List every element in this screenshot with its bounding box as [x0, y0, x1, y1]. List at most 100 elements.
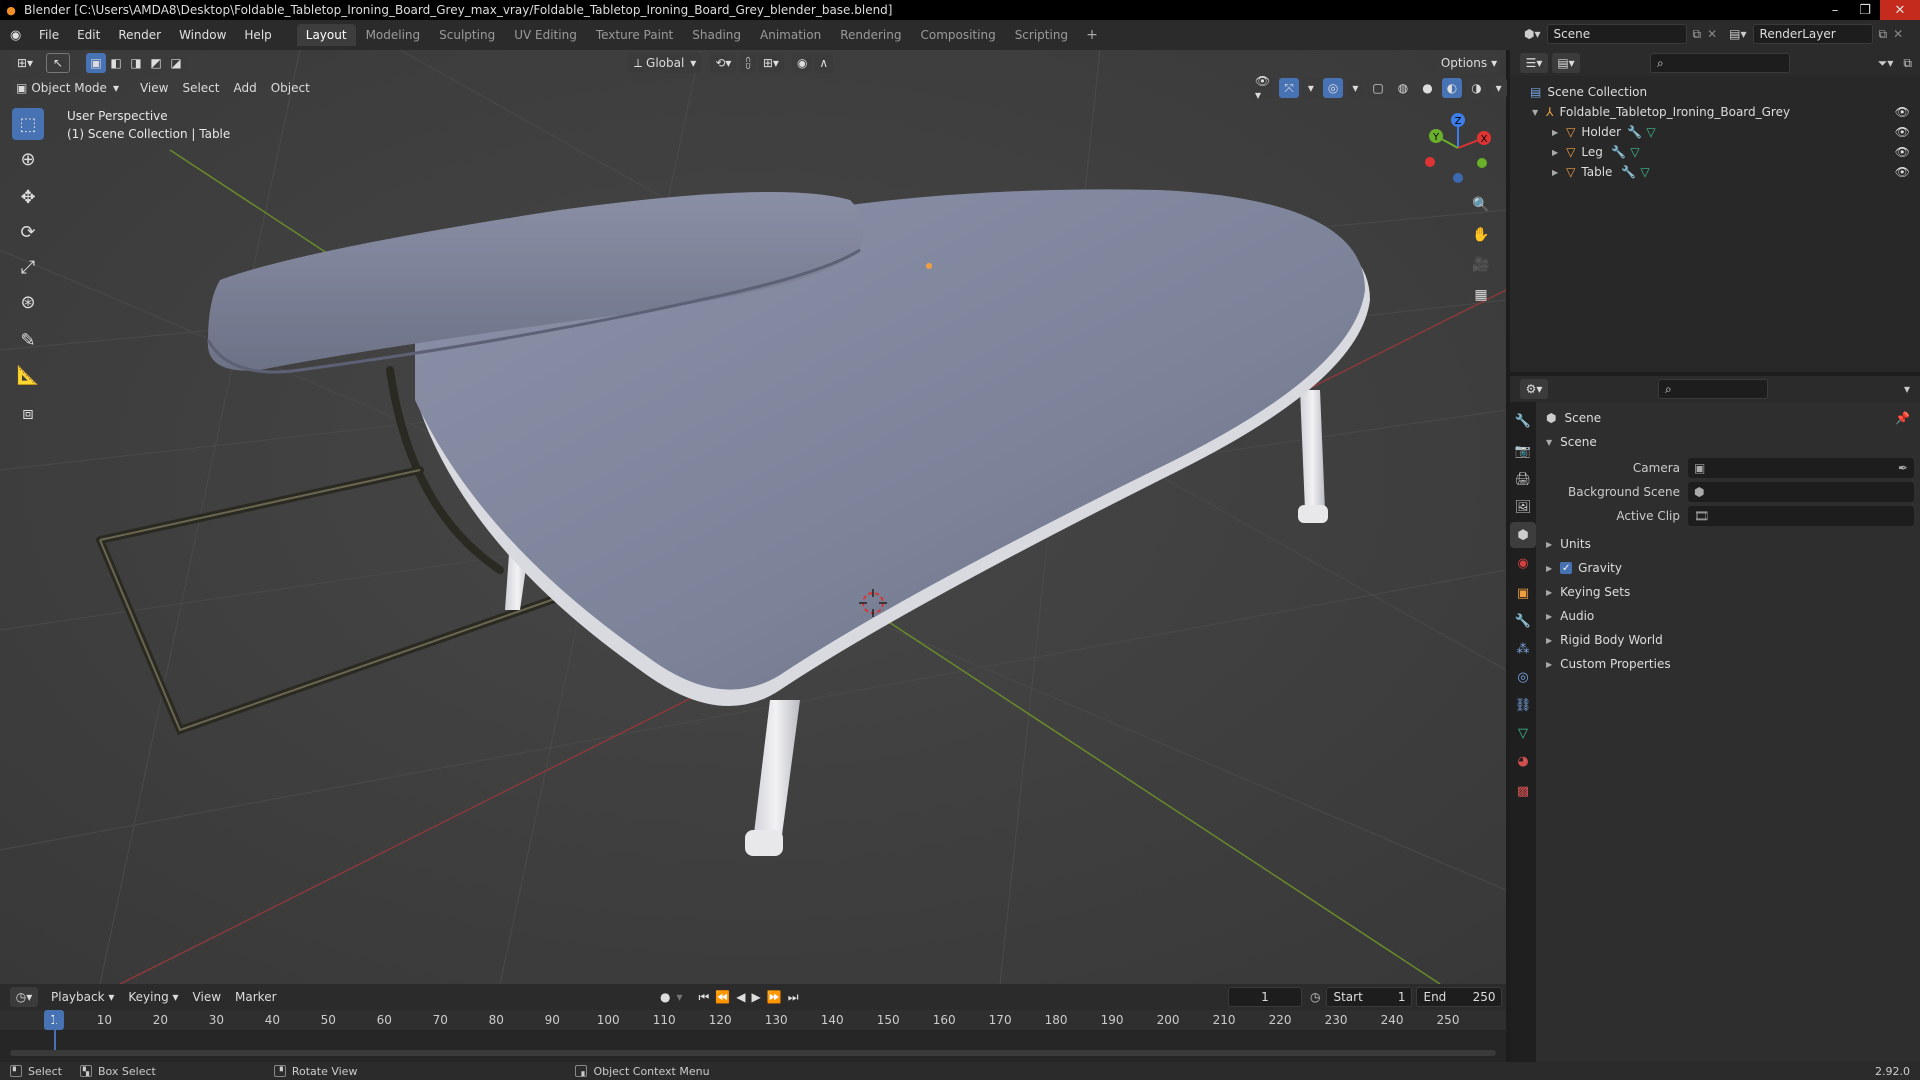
panel-gravity-header[interactable]: ▶ ✓ Gravity	[1536, 556, 1920, 580]
display-mode-icon[interactable]: ▤▾	[1552, 53, 1580, 73]
render-layer-field[interactable]: RenderLayer	[1752, 24, 1873, 44]
falloff-icon[interactable]: ∧	[814, 53, 834, 73]
end-frame-field[interactable]: End 250	[1416, 987, 1503, 1007]
preview-range-icon[interactable]: ◷	[1310, 990, 1320, 1004]
timeline-menu-view[interactable]: View	[186, 990, 228, 1004]
jump-keyframe-back-icon[interactable]: ⏪	[715, 990, 730, 1004]
record-options-icon[interactable]: ▾	[676, 990, 682, 1004]
expand-triangle-icon[interactable]: ▶	[1552, 128, 1558, 137]
zoom-icon[interactable]: 🔍	[1468, 192, 1494, 218]
move-tool-icon[interactable]: ✥	[12, 181, 44, 213]
menu-window[interactable]: Window	[170, 20, 235, 50]
particles-tab-icon[interactable]: ⁂	[1510, 636, 1536, 662]
select-tool-icon[interactable]: ↖	[46, 53, 70, 73]
panel-keying-sets-header[interactable]: ▶ Keying Sets	[1536, 580, 1920, 604]
expand-triangle-icon[interactable]: ▼	[1532, 108, 1538, 117]
panel-rigid-body-world-header[interactable]: ▶ Rigid Body World	[1536, 628, 1920, 652]
outliner-editor-type-icon[interactable]: ☰▾	[1520, 53, 1548, 73]
restore-button[interactable]: ❐	[1850, 0, 1880, 20]
viewport-scene[interactable]	[0, 50, 1506, 984]
select-mode-intersect-icon[interactable]: ◪	[166, 53, 186, 73]
proportional-editing-icon[interactable]: ◉	[791, 53, 813, 73]
viewport-menu-object[interactable]: Object	[264, 81, 317, 95]
active-clip-field[interactable]: 🎞	[1688, 506, 1914, 526]
transform-orientation-dropdown[interactable]: ⟂ Global ▾	[628, 53, 703, 73]
measure-tool-icon[interactable]: 📐	[12, 359, 44, 391]
outliner-scene-collection[interactable]: ▤ Scene Collection	[1510, 82, 1920, 102]
jump-keyframe-forward-icon[interactable]: ⏩	[767, 990, 782, 1004]
select-box-tool-icon[interactable]: ⬚	[12, 108, 44, 140]
camera-field[interactable]: ▣ ✒	[1688, 458, 1914, 478]
pivot-point-icon[interactable]: ⟲▾	[710, 53, 737, 73]
panel-audio-header[interactable]: ▶ Audio	[1536, 604, 1920, 628]
outliner-object-leg[interactable]: ▶ ▽ Leg 🔧 ▽ 👁	[1510, 142, 1920, 162]
close-button[interactable]: ✕	[1880, 0, 1920, 20]
outliner-object-holder[interactable]: ▶ ▽ Holder 🔧 ▽ 👁	[1510, 122, 1920, 142]
render-tab-icon[interactable]: 📷	[1510, 438, 1536, 464]
viewport-menu-select[interactable]: Select	[175, 81, 226, 95]
start-frame-field[interactable]: Start 1	[1326, 987, 1413, 1007]
overlays-toggle-icon[interactable]: ◎	[1322, 78, 1344, 98]
navigation-gizmo[interactable]: Z X Y	[1418, 108, 1498, 188]
timeline-ruler[interactable]: 1102030405060708090100110120130140150160…	[0, 1010, 1506, 1030]
scene-selector-icon[interactable]: ⬢▾	[1524, 27, 1541, 41]
gizmo-dropdown-icon[interactable]: ▾	[1302, 78, 1319, 98]
viewport-menu-add[interactable]: Add	[226, 81, 263, 95]
jump-end-icon[interactable]: ⏭	[788, 990, 799, 1005]
material-tab-icon[interactable]: ◕	[1510, 748, 1536, 774]
expand-triangle-icon[interactable]: ▶	[1552, 148, 1558, 157]
add-cube-tool-icon[interactable]: ⧈	[12, 397, 44, 429]
pin-icon[interactable]: 📌	[1895, 411, 1910, 425]
menu-edit[interactable]: Edit	[68, 20, 109, 50]
annotate-tool-icon[interactable]: ✎	[12, 324, 44, 356]
tab-scripting[interactable]: Scripting	[1006, 24, 1077, 46]
visibility-eye-icon[interactable]: 👁	[1895, 165, 1910, 179]
background-scene-field[interactable]: ⬢	[1688, 482, 1914, 502]
select-mode-new-icon[interactable]: ▣	[86, 53, 106, 73]
chevron-down-icon[interactable]: ▾	[1904, 382, 1910, 396]
menu-help[interactable]: Help	[235, 20, 280, 50]
view-layer-tab-icon[interactable]: 🖼	[1510, 494, 1536, 520]
wireframe-shading-icon[interactable]: ◍	[1392, 78, 1414, 98]
outliner-collection-row[interactable]: ▼ ⅄ Foldable_Tabletop_Ironing_Board_Grey…	[1510, 102, 1920, 122]
select-mode-extend-icon[interactable]: ◧	[106, 53, 126, 73]
physics-tab-icon[interactable]: ◎	[1510, 664, 1536, 690]
object-tab-icon[interactable]: ▣	[1510, 580, 1536, 606]
output-tab-icon[interactable]: 🖨	[1510, 466, 1536, 492]
shading-dropdown-icon[interactable]: ▾	[1490, 78, 1507, 98]
tab-compositing[interactable]: Compositing	[911, 24, 1004, 46]
scene-name-field[interactable]: Scene	[1546, 24, 1687, 44]
select-mode-subtract-icon[interactable]: ◨	[126, 53, 146, 73]
jump-start-icon[interactable]: ⏮	[699, 990, 710, 1005]
timeline-menu-playback[interactable]: Playback ▾	[44, 990, 121, 1004]
mode-dropdown[interactable]: ▣ Object Mode ▾	[10, 78, 125, 98]
options-dropdown[interactable]: Options ▾	[1438, 53, 1500, 73]
new-scene-icon[interactable]: ⧉	[1693, 27, 1702, 42]
modifier-tab-icon[interactable]: 🔧	[1510, 608, 1536, 634]
scene-tab-icon[interactable]: ⬢	[1510, 522, 1536, 548]
world-tab-icon[interactable]: ◉	[1510, 550, 1536, 576]
rotate-tool-icon[interactable]: ⟳	[12, 216, 44, 248]
ortho-grid-icon[interactable]: ▦	[1468, 282, 1494, 308]
visibility-eye-icon[interactable]: 👁	[1895, 145, 1910, 159]
cursor-tool-icon[interactable]: ⊕	[12, 143, 44, 175]
new-view-layer-icon[interactable]: ⧉	[1879, 27, 1888, 42]
new-collection-icon[interactable]: ⧉	[1903, 56, 1912, 71]
rendered-shading-icon[interactable]: ◑	[1466, 78, 1487, 98]
viewport-menu-view[interactable]: View	[133, 81, 175, 95]
tab-texture-paint[interactable]: Texture Paint	[587, 24, 682, 46]
xray-toggle-icon[interactable]: ▢	[1367, 78, 1389, 98]
current-frame-field[interactable]: 1	[1228, 987, 1302, 1007]
gravity-checkbox[interactable]: ✓	[1560, 562, 1573, 574]
add-workspace-icon[interactable]: +	[1078, 27, 1106, 43]
tab-shading[interactable]: Shading	[683, 24, 750, 46]
tab-layout[interactable]: Layout	[296, 24, 356, 46]
panel-units-header[interactable]: ▶ Units	[1536, 532, 1920, 556]
play-icon[interactable]: ▶	[752, 990, 761, 1004]
timeline-editor-type-icon[interactable]: ◷▾	[10, 987, 38, 1007]
tab-rendering[interactable]: Rendering	[831, 24, 910, 46]
transform-tool-icon[interactable]: ⊛	[12, 286, 44, 318]
timeline-menu-marker[interactable]: Marker	[228, 990, 283, 1004]
eyedropper-icon[interactable]: ✒	[1898, 461, 1908, 475]
snap-icon[interactable]: ⩉	[740, 53, 756, 73]
